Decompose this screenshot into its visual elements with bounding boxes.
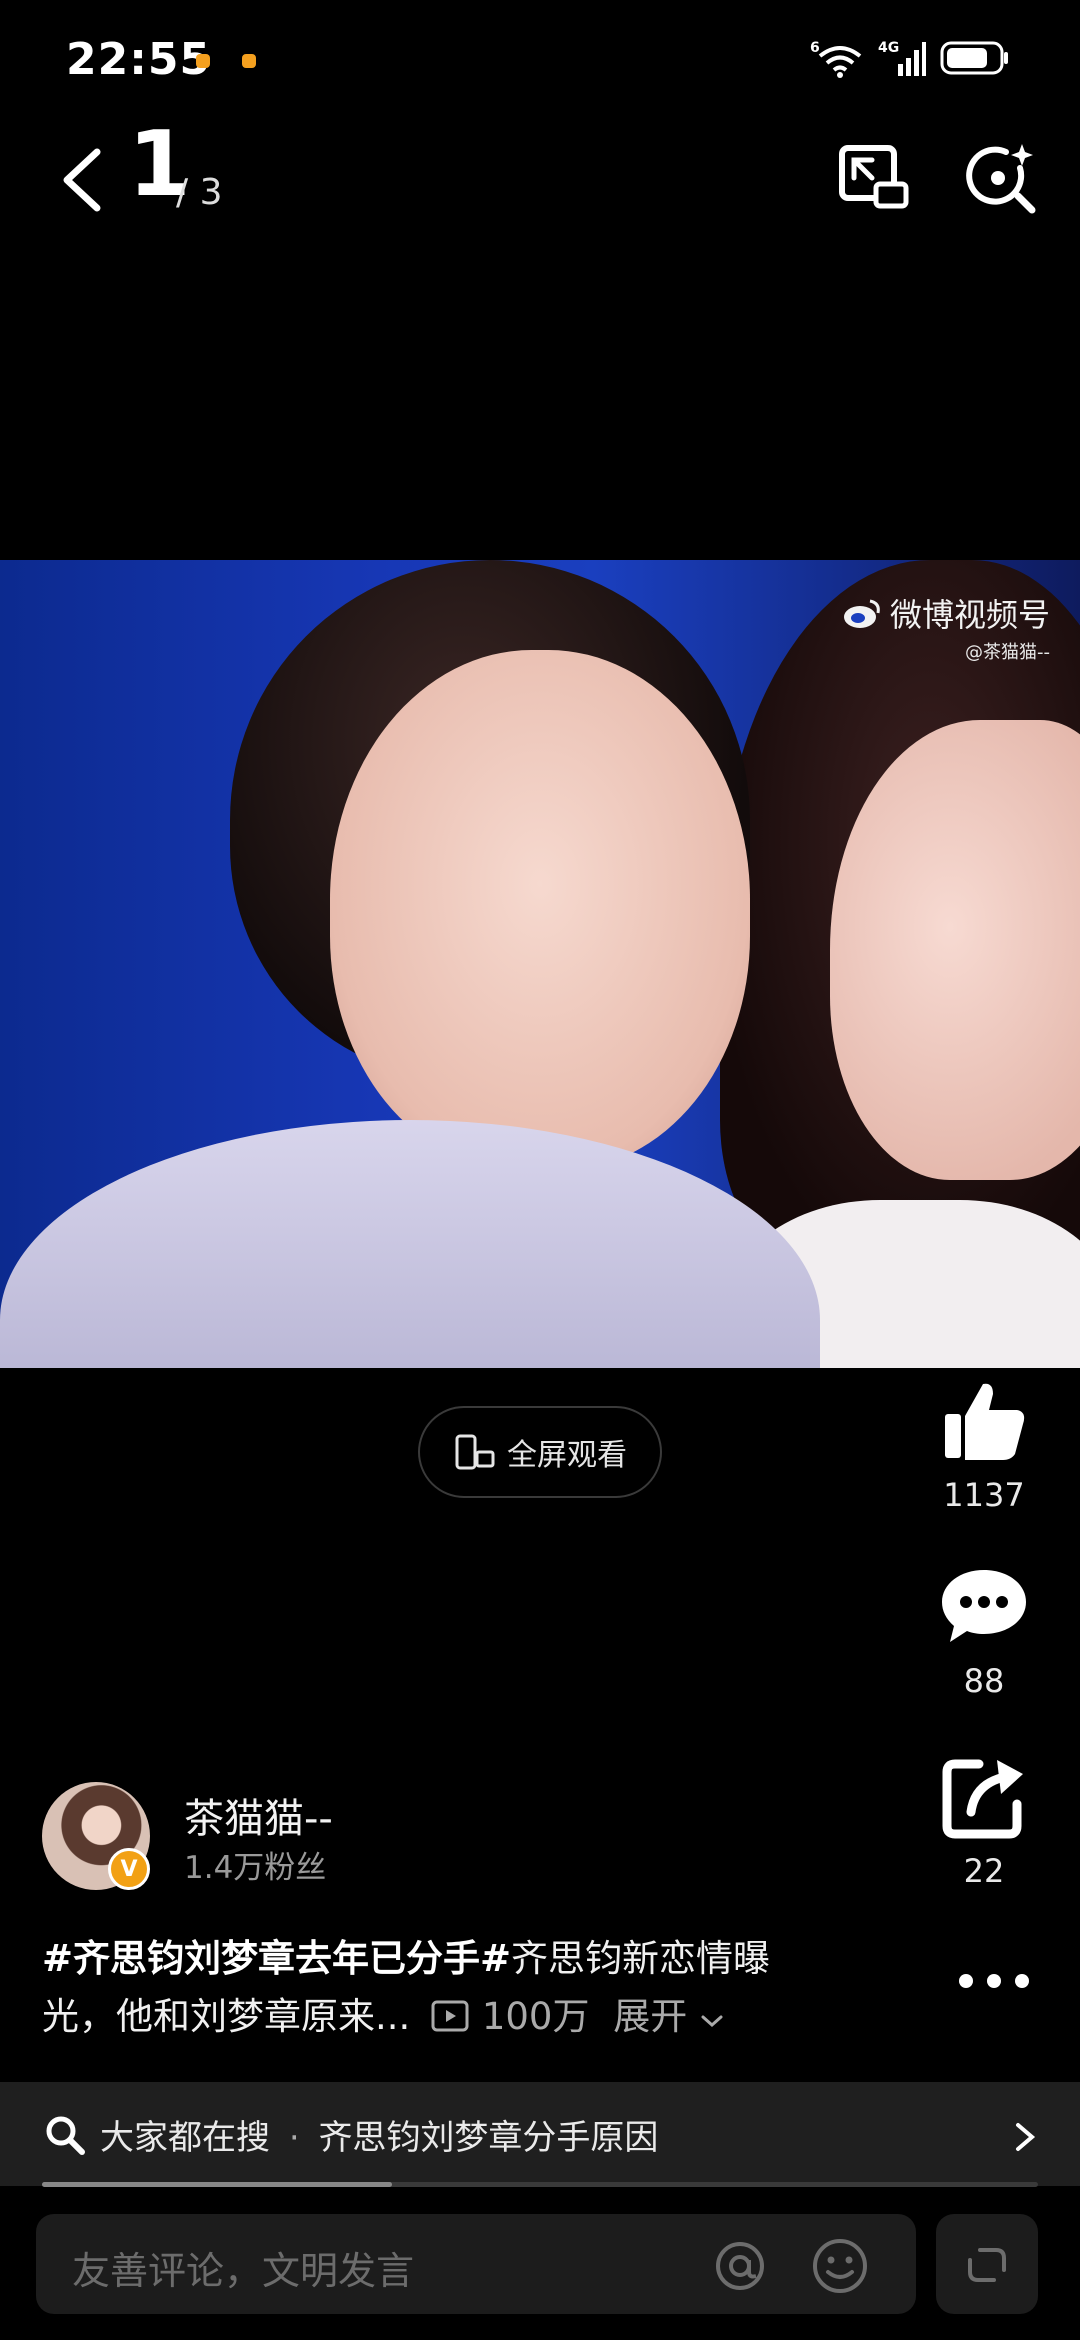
signal-icon: 4G [878, 40, 926, 76]
page-total: / 3 [176, 172, 223, 213]
fullscreen-button[interactable]: 全屏观看 [418, 1406, 662, 1498]
video-content [0, 1120, 820, 1368]
search-separator: · [288, 2118, 300, 2158]
trending-search-text[interactable]: 大家都在搜 · 齐思钧刘梦章分手原因 [100, 2110, 658, 2159]
fullscreen-label: 全屏观看 [507, 1438, 627, 1473]
status-icons: 6 4G [810, 38, 1010, 78]
author-name[interactable]: 茶猫猫-- [184, 1786, 333, 1844]
emoji-icon[interactable] [810, 2236, 870, 2296]
battery-icon [940, 41, 1008, 75]
progress-fill [42, 2182, 392, 2187]
video-play-icon [431, 2000, 469, 2032]
watermark-handle: @茶猫猫-- [965, 642, 1050, 663]
chevron-right-icon[interactable] [1010, 2120, 1040, 2154]
share-button[interactable]: 22 [924, 1752, 1044, 1890]
verified-badge-icon: V [108, 1848, 150, 1890]
svg-text:4G: 4G [878, 40, 899, 56]
comment-count: 88 [963, 1662, 1005, 1700]
like-button[interactable]: 1137 [924, 1376, 1044, 1514]
more-options-icon[interactable] [954, 1966, 1034, 1996]
author-fans: 1.4万粉丝 [184, 1850, 327, 1886]
rotate-phone-icon [455, 1434, 495, 1470]
comment-bubble-icon [942, 1570, 1026, 1642]
search-query: 齐思钧刘梦章分手原因 [318, 2118, 659, 2158]
picture-in-picture-icon[interactable] [832, 138, 912, 218]
search-icon [46, 2116, 85, 2155]
chevron-down-icon [701, 2015, 723, 2028]
thumbs-up-icon [945, 1383, 1025, 1460]
expand-link[interactable]: 展开 [613, 1995, 687, 2038]
status-time: 22:55 [66, 34, 212, 85]
view-count: 100万 [481, 1995, 590, 2038]
expand-icon [968, 2248, 1006, 2282]
comment-placeholder: 友善评论，文明发言 [72, 2249, 415, 2293]
mention-icon[interactable] [710, 2238, 770, 2294]
svg-text:6: 6 [810, 40, 820, 56]
post-description[interactable]: #齐思钧刘梦章去年已分手#齐思钧新恋情曝光，他和刘梦章原来... 100万 展开 [42, 1930, 822, 2046]
share-count: 22 [963, 1852, 1005, 1890]
like-count: 1137 [943, 1476, 1025, 1514]
share-icon [942, 1759, 1023, 1839]
wifi-icon: 6 [810, 40, 862, 78]
comment-button[interactable]: 88 [924, 1562, 1044, 1700]
video-player[interactable]: 微博视频号 @茶猫猫-- [0, 560, 1080, 1368]
image-search-icon[interactable] [960, 138, 1040, 218]
watermark-text: 微博视频号 [889, 596, 1050, 634]
notification-icon [242, 54, 256, 68]
back-icon[interactable] [55, 140, 115, 220]
video-content [330, 650, 750, 1170]
hashtag-link[interactable]: #齐思钧刘梦章去年已分手# [42, 1937, 511, 1980]
weibo-logo-icon [843, 599, 880, 628]
search-prefix: 大家都在搜 [100, 2118, 270, 2158]
notification-icon [196, 54, 210, 68]
video-watermark: 微博视频号 @茶猫猫-- [842, 590, 1050, 664]
